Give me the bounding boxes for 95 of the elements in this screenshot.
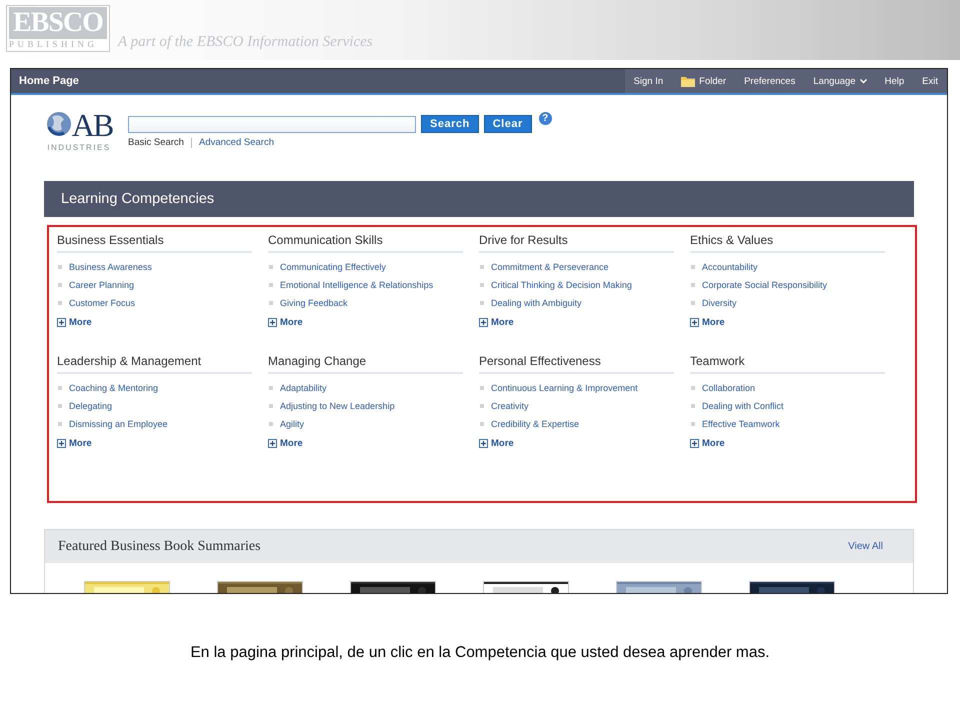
more-link[interactable]: More — [479, 317, 674, 328]
category-heading: Drive for Results — [479, 233, 674, 253]
company-name: INDUSTRIES — [47, 143, 111, 152]
competency-link[interactable]: Dealing with Conflict — [702, 401, 784, 411]
expand-icon — [690, 318, 699, 327]
publisher-logo: EBSCO PUBLISHING — [6, 5, 110, 52]
expand-icon — [268, 318, 277, 327]
more-link[interactable]: More — [690, 317, 885, 328]
bullet-icon — [480, 404, 484, 408]
category-heading: Business Essentials — [57, 233, 252, 253]
help-icon[interactable]: ? — [538, 112, 552, 124]
expand-icon — [57, 439, 66, 448]
globe-icon — [46, 109, 72, 139]
competency-link[interactable]: Career Planning — [69, 280, 134, 290]
bullet-icon — [269, 283, 273, 287]
competency-link[interactable]: Accountability — [702, 262, 758, 272]
more-link[interactable]: More — [57, 438, 252, 449]
top-bar-link[interactable]: Sign In — [624, 69, 672, 93]
bullet-icon — [269, 422, 273, 426]
competency-link[interactable]: Giving Feedback — [280, 298, 348, 308]
competency-link[interactable]: Emotional Intelligence & Relationships — [280, 280, 434, 290]
competency-link[interactable]: Coaching & Mentoring — [69, 383, 158, 393]
competency-link[interactable]: Credibility & Expertise — [491, 419, 580, 429]
category-heading: Leadership & Management — [57, 354, 252, 374]
competency-link[interactable]: Critical Thinking & Decision Making — [491, 280, 632, 290]
competency-link[interactable]: Adjusting to New Leadership — [280, 401, 395, 411]
category-heading: Teamwork — [690, 354, 885, 374]
expand-icon — [479, 318, 488, 327]
more-link[interactable]: More — [479, 438, 674, 449]
competency-link[interactable]: Customer Focus — [69, 298, 136, 308]
expand-icon — [479, 439, 488, 448]
bullet-icon — [691, 404, 695, 408]
caret-icon — [860, 78, 867, 84]
competency-link[interactable]: Commitment & Perseverance — [491, 262, 609, 272]
bullet-icon — [58, 422, 62, 426]
competency-link[interactable]: Agility — [280, 419, 304, 429]
competency-link[interactable]: Dismissing an Employee — [69, 419, 168, 429]
bullet-icon — [691, 301, 695, 305]
bullet-icon — [480, 301, 484, 305]
search-mode-link[interactable]: Advanced Search — [198, 137, 274, 148]
page-title: Home Page — [18, 75, 79, 87]
language-menu[interactable]: Language — [804, 69, 876, 93]
competency-link[interactable]: Diversity — [702, 298, 737, 308]
competency-link[interactable]: Communicating Effectively — [280, 262, 386, 272]
expand-icon — [690, 439, 699, 448]
competency-link[interactable]: Creativity — [491, 401, 529, 411]
bullet-icon — [480, 386, 484, 390]
category-heading: Managing Change — [268, 354, 463, 374]
category-heading: Ethics & Values — [690, 233, 885, 253]
slide-caption: En la pagina principal, de un clic en la Competencia que usted desea aprender mas. — [189, 644, 771, 662]
competency-link[interactable]: Adaptability — [280, 383, 327, 393]
competency-link[interactable]: Dealing with Ambiguity — [491, 298, 582, 308]
folder-icon — [681, 76, 696, 86]
bullet-icon — [58, 386, 62, 390]
bullet-icon — [480, 265, 484, 269]
bullet-icon — [269, 404, 273, 408]
bullet-icon — [58, 301, 62, 305]
competency-link[interactable]: Corporate Social Responsibility — [702, 280, 828, 290]
competency-link[interactable]: Effective Teamwork — [702, 419, 780, 429]
competency-link[interactable]: Delegating — [69, 401, 112, 411]
bullet-icon — [58, 265, 62, 269]
competency-link[interactable]: Continuous Learning & Improvement — [491, 383, 638, 393]
bullet-icon — [269, 301, 273, 305]
category-heading: Communication Skills — [268, 233, 463, 253]
section-title: Learning Competencies — [61, 191, 214, 207]
more-link[interactable]: More — [57, 317, 252, 328]
more-link[interactable]: More — [690, 438, 885, 449]
bullet-icon — [480, 283, 484, 287]
view-all-link[interactable]: View All — [848, 541, 883, 552]
folder-link[interactable]: Folder — [672, 69, 736, 93]
category-heading: Personal Effectiveness — [479, 354, 674, 374]
top-bar-link[interactable]: Help — [876, 69, 914, 93]
more-link[interactable]: More — [268, 438, 463, 449]
expand-icon — [57, 318, 66, 327]
bullet-icon — [691, 265, 695, 269]
search-field[interactable] — [128, 116, 416, 132]
section-title: Featured Business Book Summaries — [58, 538, 261, 554]
bullet-icon — [269, 386, 273, 390]
bullet-icon — [58, 283, 62, 287]
bullet-icon — [269, 265, 273, 269]
bullet-icon — [691, 386, 695, 390]
bullet-icon — [58, 404, 62, 408]
search-mode-link[interactable]: Basic Search — [128, 137, 184, 148]
top-bar-link[interactable]: Exit — [913, 69, 947, 93]
company-logo: AB — [72, 109, 112, 141]
bullet-icon — [480, 422, 484, 426]
more-link[interactable]: More — [268, 317, 463, 328]
top-bar-link[interactable]: Preferences — [735, 69, 804, 93]
competency-link[interactable]: Collaboration — [702, 383, 756, 393]
search-button[interactable]: Clear — [484, 115, 532, 133]
bullet-icon — [691, 422, 695, 426]
competency-link[interactable]: Business Awareness — [69, 262, 152, 272]
expand-icon — [268, 439, 277, 448]
bullet-icon — [691, 283, 695, 287]
search-button[interactable]: Search — [421, 115, 479, 133]
